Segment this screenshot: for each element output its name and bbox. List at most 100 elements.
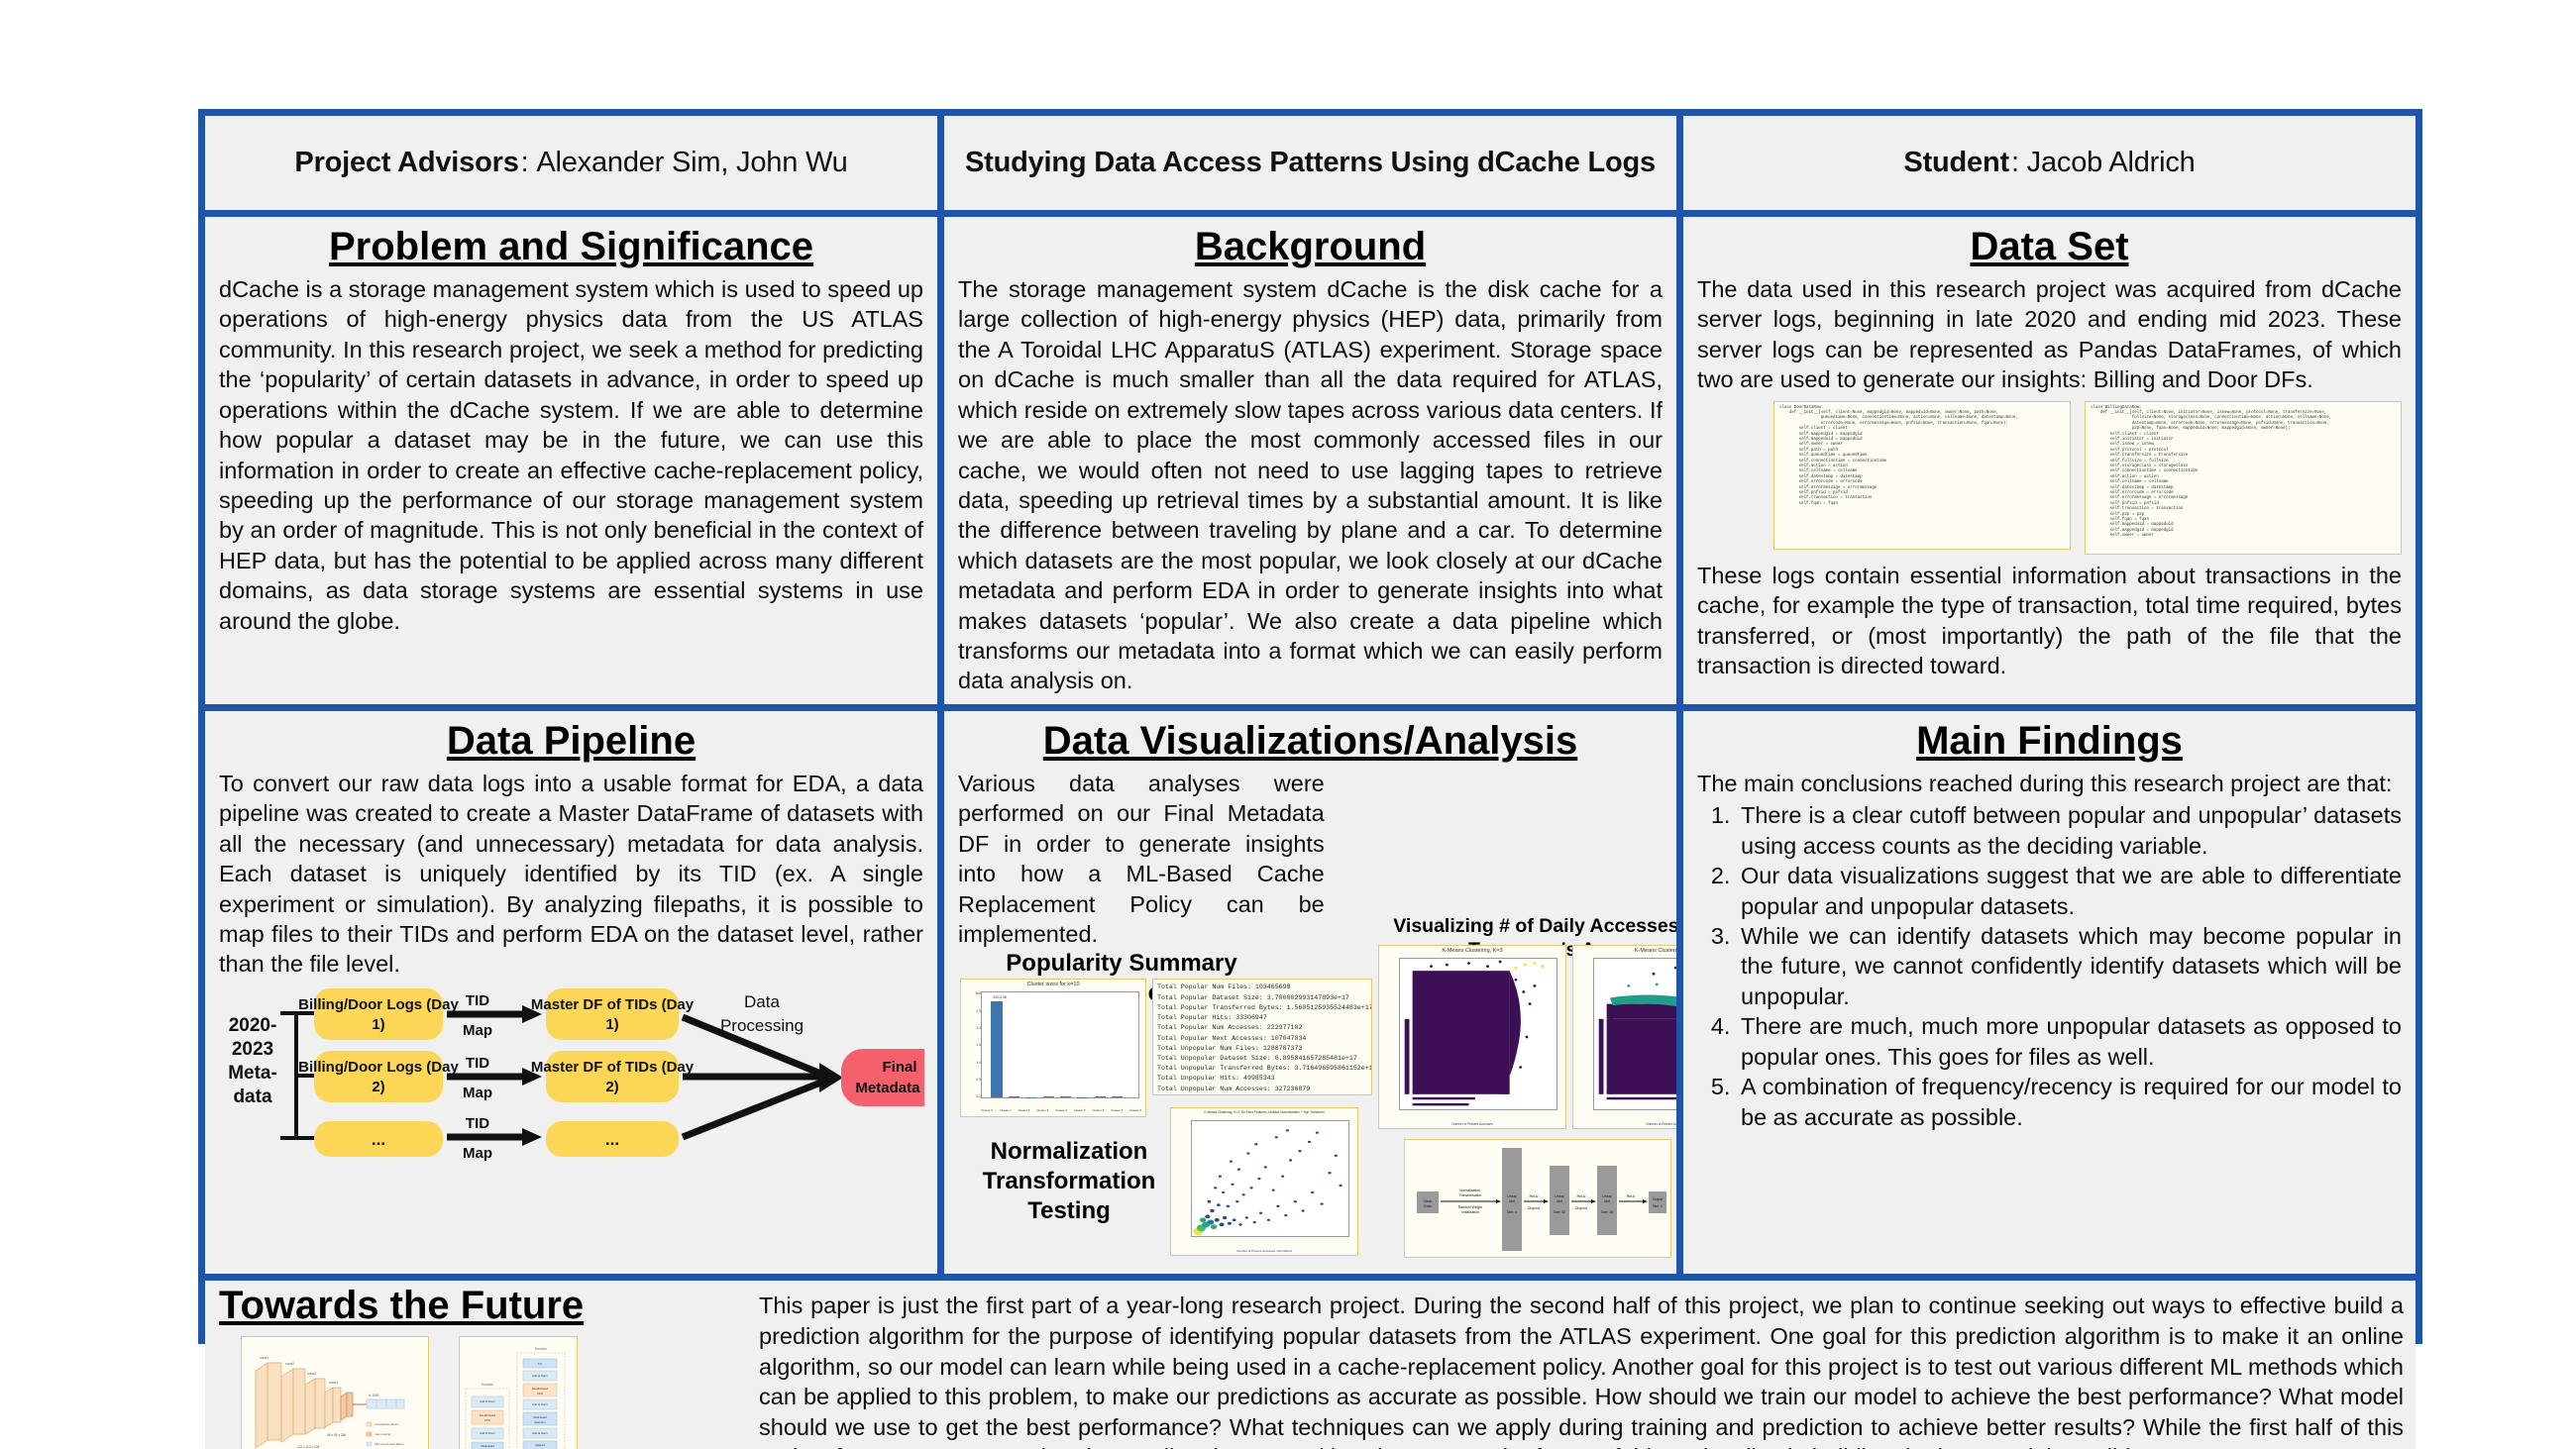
pipeline-svg: 2020- 2023 Meta- data Billing/Door Logs … — [228, 987, 924, 1162]
finding-item-1: There is a clear cutoff between popular … — [1737, 800, 2402, 861]
problem-body: dCache is a storage management system wh… — [219, 276, 923, 634]
k3-xlabel: Number of Present Accesses — [1451, 1122, 1493, 1127]
panel-dataset: Data Set The data used in this research … — [1676, 217, 2415, 704]
findings-intro: The main conclusions reached during this… — [1697, 770, 2393, 796]
finding-item-5: A combination of frequency/recency is re… — [1737, 1072, 2402, 1132]
pipeline-stage1-label-1b: 1) — [372, 1016, 384, 1033]
proposed-nn-architecture-diagram: Clean Data Normalization, Transformation… — [1404, 1139, 1671, 1259]
svg-text:convolution+ReLU: convolution+ReLU — [375, 1422, 399, 1426]
finding-item-3: While we can identify datasets which may… — [1737, 921, 2402, 1011]
pipeline-edge-label-2b: Map — [463, 1085, 492, 1101]
pipeline-stage2-label-3: ... — [605, 1130, 619, 1149]
pipeline-stage1-label-1a: Billing/Door Logs (Day — [298, 996, 459, 1013]
pipeline-merge-arrowhead — [819, 1062, 843, 1092]
pipeline-edge-label-1b: Map — [463, 1022, 492, 1039]
svg-text:ReLU: ReLU — [1627, 1194, 1636, 1198]
svg-text:Linear: Linear — [1602, 1194, 1612, 1198]
door-dataframe-code-image: class DoorDataRow: def __init__(self, cl… — [1773, 400, 2071, 550]
svg-text:max pooling: max pooling — [375, 1432, 391, 1436]
svg-text:Feedforward: Feedforward — [532, 1387, 549, 1391]
kmeans-k3-scatter-plot: K-Means Clustering, K=3 Number of Presen… — [1378, 945, 1566, 1130]
advisors-value: Alexander Sim, John Wu — [536, 147, 848, 178]
pipeline-edge-label-3a: TID — [466, 1115, 489, 1132]
pipeline-processing-label-2: Processing — [720, 1016, 804, 1035]
svg-text:Multi-Head: Multi-Head — [533, 1415, 547, 1419]
future-left-column: Towards the Future conv1 conv2 conv3 con… — [219, 1285, 749, 1449]
dataset-body-bottom: These logs contain essential information… — [1697, 562, 2402, 678]
label-normalization-line-2: Transformation — [982, 1168, 1156, 1195]
svg-text:Feedforward: Feedforward — [480, 1413, 496, 1417]
pipeline-stage2-label-2a: Master DF of TIDs (Day — [531, 1059, 695, 1076]
svg-text:Output: Output — [1653, 1197, 1663, 1201]
svg-text:Attention: Attention — [534, 1420, 545, 1424]
svg-text:fully connected+ReLU: fully connected+ReLU — [375, 1442, 403, 1446]
dataviz-title: Data Visualizations/Analysis — [1042, 718, 1578, 763]
future-right-column: This paper is just the first part of a y… — [759, 1285, 2404, 1449]
svg-text:Add & Norm: Add & Norm — [532, 1402, 548, 1406]
svg-text:Dim: 16: Dim: 16 — [1601, 1210, 1613, 1214]
poster-board: Project Advisors: Alexander Sim, John Wu… — [198, 109, 2422, 1449]
svg-text:Data: Data — [1424, 1204, 1431, 1208]
normalization-scatter-plot: K-Means Clustering, K=3, No Extra Featur… — [1170, 1107, 1358, 1257]
svg-text:Clean: Clean — [1424, 1199, 1433, 1203]
background-title: Background — [1194, 225, 1427, 268]
svg-text:Decoder: Decoder — [535, 1347, 548, 1351]
svg-text:Normalization,: Normalization, — [1459, 1189, 1481, 1192]
cnn-svg: conv1 conv2 conv3 conv4 fc 1000 224 x 22… — [255, 1356, 405, 1449]
poster-canvas: Project Advisors: Alexander Sim, John Wu… — [0, 0, 2576, 1449]
header-student: Student: Jacob Aldrich — [1676, 116, 2415, 210]
k10-points — [1598, 967, 1676, 1100]
pipeline-source-bracket — [280, 1010, 298, 1140]
svg-text:Random Weight: Random Weight — [1458, 1205, 1482, 1209]
pipeline-source-line-4: data — [233, 1087, 272, 1107]
svg-text:Masked: Masked — [535, 1443, 545, 1447]
svg-text:ReLU: ReLU — [1577, 1194, 1586, 1198]
pipeline-edge-label-1a: TID — [466, 992, 489, 1009]
svg-text:Transformation: Transformation — [1459, 1193, 1482, 1197]
student-colon: : — [2010, 147, 2027, 178]
header-poster-title: Studying Data Access Patterns Using dCac… — [937, 116, 1676, 210]
scatter-right-title: K-Means Clustering, K=10 — [1634, 948, 1676, 955]
pipeline-source-line-3: Meta- — [228, 1063, 277, 1084]
pipeline-diagram: 2020- 2023 Meta- data Billing/Door Logs … — [219, 983, 924, 1164]
dataviz-figure-grid: Popularity Summary Statistics Cluster si… — [958, 915, 1676, 1266]
pipeline-stage1-label-2a: Billing/Door Logs (Day — [298, 1059, 459, 1076]
svg-text:Add & Norm: Add & Norm — [532, 1431, 548, 1435]
pipeline-body: To convert our raw data logs into a usab… — [219, 770, 923, 978]
svg-text:112 x 112 x 128: 112 x 112 x 128 — [297, 1445, 319, 1449]
student-label: Student — [1903, 147, 2009, 178]
svg-text:Multi-Head: Multi-Head — [481, 1444, 494, 1448]
student-value: Jacob Aldrich — [2026, 147, 2196, 178]
pipeline-merge-arrow-3 — [681, 1078, 825, 1141]
svg-text:Dropout: Dropout — [1528, 1206, 1540, 1210]
label-normalization-line-1: Normalization — [990, 1138, 1148, 1166]
pipeline-stage2-label-2b: 2) — [605, 1079, 618, 1095]
cluster-chart-title: Cluster sizes for k=10 — [1026, 982, 1080, 988]
panel-towards-the-future: Towards the Future conv1 conv2 conv3 con… — [205, 1281, 2415, 1449]
panel-data-pipeline: Data Pipeline To convert our raw data lo… — [205, 710, 937, 1275]
label-normalization-line-3: Testing — [1027, 1197, 1111, 1225]
future-title: Towards the Future — [219, 1284, 585, 1328]
svg-text:Unit: Unit — [1556, 1199, 1562, 1203]
svg-text:Unit: Unit — [1604, 1199, 1610, 1203]
svg-text:Add & Norm: Add & Norm — [480, 1431, 495, 1435]
kmeans-k10-scatter-plot: K-Means Clustering, K=10 — [1572, 945, 1676, 1130]
problem-title: Problem and Significance — [328, 225, 813, 268]
svg-text:Dim: 1: Dim: 1 — [1653, 1204, 1663, 1208]
panel-main-findings: Main Findings The main conclusions reach… — [1676, 710, 2415, 1275]
billing-dataframe-code-image: class BillingDataRow: def __init__(self,… — [2085, 400, 2402, 555]
svg-text:Add & Norm: Add & Norm — [532, 1374, 548, 1378]
svg-text:conv3: conv3 — [307, 1372, 316, 1376]
pipeline-source-line-2: 2023 — [232, 1039, 273, 1060]
transformer-architecture-figure: Encoder Decoder Add & Norm Feedforward F… — [459, 1336, 578, 1449]
pipeline-final-node — [841, 1048, 924, 1106]
advisors-label: Project Advisors — [294, 147, 519, 178]
content-row-2: Data Pipeline To convert our raw data lo… — [205, 710, 2415, 1282]
svg-text:Dim: n: Dim: n — [1507, 1210, 1517, 1214]
pipeline-edge-label-3b: Map — [463, 1145, 492, 1162]
svg-text:conv1: conv1 — [260, 1356, 268, 1360]
norm-xlabel: Number of Present Accesses, Normalized — [1236, 1249, 1292, 1254]
nn-svg: Clean Data Normalization, Transformation… — [1417, 1148, 1666, 1252]
poster-title-text: Studying Data Access Patterns Using dCac… — [965, 147, 1656, 178]
panel-data-visualizations: Data Visualizations/Analysis Various dat… — [937, 710, 1676, 1275]
